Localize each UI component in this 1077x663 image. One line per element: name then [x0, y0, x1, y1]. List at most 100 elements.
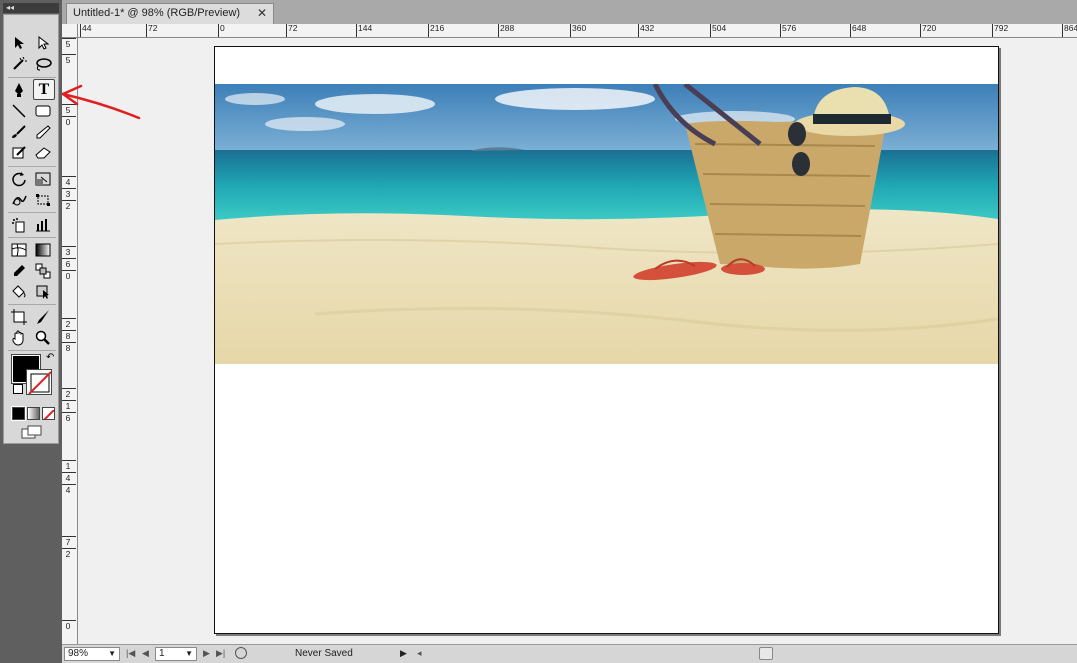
none-mode-button[interactable] — [42, 407, 55, 420]
artboard-tool-icon[interactable] — [8, 307, 30, 327]
chevron-down-icon: ▼ — [185, 649, 193, 658]
tools-panel-header[interactable]: ◂◂ — [3, 3, 59, 13]
beach-image[interactable] — [215, 84, 998, 364]
screen-mode-icon[interactable] — [21, 425, 43, 444]
artboard[interactable] — [214, 46, 999, 634]
ruler-tick-label: 2 — [62, 318, 76, 329]
ruler-tick-label: 72 — [146, 24, 158, 37]
live-paint-bucket-tool-icon[interactable] — [8, 282, 30, 302]
previous-artboard-icon[interactable]: ◀ — [142, 648, 149, 659]
collapse-icon[interactable]: ◂◂ — [6, 3, 14, 12]
ruler-tick-label: 4 — [62, 484, 76, 495]
swap-colors-icon[interactable]: ↶ — [46, 352, 54, 363]
close-icon[interactable]: ✕ — [257, 4, 267, 23]
warp-tool-icon[interactable] — [8, 190, 30, 210]
annotation-arrow — [61, 84, 141, 120]
ruler-tick-label: 0 — [62, 620, 76, 631]
history-icon[interactable] — [235, 647, 247, 659]
ruler-tick-label: 360 — [570, 24, 587, 37]
ruler-tick-label: 72 — [286, 24, 298, 37]
status-menu-arrow-icon[interactable]: ▶ — [400, 648, 407, 659]
horizontal-scrollbar-thumb[interactable] — [759, 647, 773, 660]
ruler-tick-label: 864 — [1062, 24, 1077, 37]
line-segment-tool-icon[interactable] — [8, 101, 30, 121]
ruler-tick-label: 0 — [218, 24, 225, 37]
blob-brush-tool-icon[interactable] — [8, 143, 30, 163]
save-state-label: Never Saved — [295, 648, 353, 659]
tools-panel: ◂◂ T ↶ — [0, 0, 62, 663]
selection-tool-icon[interactable] — [8, 33, 30, 53]
gradient-mode-button[interactable] — [27, 407, 40, 420]
ruler-origin[interactable] — [62, 24, 78, 38]
ruler-tick-label: 6 — [62, 412, 76, 423]
zoom-level-select[interactable]: 98% ▼ — [64, 647, 120, 661]
ruler-tick-label: 792 — [992, 24, 1009, 37]
scroll-left-icon[interactable]: ◂ — [417, 648, 422, 659]
ruler-tick-label: 1 — [62, 460, 76, 471]
slice-tool-icon[interactable] — [32, 307, 54, 327]
ruler-tick-label: 720 — [920, 24, 937, 37]
separator — [8, 166, 56, 167]
ruler-tick-label: 44 — [80, 24, 92, 37]
ruler-tick-label: 144 — [356, 24, 373, 37]
ruler-tick-label: 6 — [62, 258, 76, 269]
artboard-number-select[interactable]: 1 ▼ — [155, 647, 197, 661]
column-graph-tool-icon[interactable] — [32, 215, 54, 235]
free-transform-tool-icon[interactable] — [32, 190, 54, 210]
magic-wand-tool-icon[interactable] — [8, 54, 30, 74]
gradient-tool-icon[interactable] — [32, 240, 54, 260]
last-artboard-icon[interactable]: ▶| — [216, 648, 225, 659]
type-tool-button[interactable]: T — [33, 79, 55, 100]
ruler-tick-label: 288 — [498, 24, 515, 37]
eyedropper-tool-icon[interactable] — [8, 261, 30, 281]
artboard-number-value: 1 — [159, 648, 165, 659]
ruler-tick-label: 648 — [850, 24, 867, 37]
ruler-tick-label: 4 — [62, 472, 76, 483]
ruler-tick-label: 8 — [62, 342, 76, 353]
ruler-tick-label: 432 — [638, 24, 655, 37]
ruler-tick-label: 4 — [62, 176, 76, 187]
live-paint-selection-tool-icon[interactable] — [32, 282, 54, 302]
rectangle-tool-icon[interactable] — [32, 101, 54, 121]
ruler-tick-label: 7 — [62, 536, 76, 547]
lasso-tool-icon[interactable] — [32, 54, 54, 74]
next-artboard-icon[interactable]: ▶ — [203, 648, 210, 659]
first-artboard-icon[interactable]: |◀ — [126, 648, 135, 659]
zoom-level-value: 98% — [68, 648, 89, 659]
type-tool-icon: T — [38, 80, 50, 98]
separator — [8, 350, 56, 351]
ruler-tick-label: 0 — [62, 270, 76, 281]
pencil-tool-icon[interactable] — [32, 122, 54, 142]
zoom-tool-icon[interactable] — [32, 328, 54, 348]
paintbrush-tool-icon[interactable] — [8, 122, 30, 142]
document-tab[interactable]: Untitled-1* @ 98% (RGB/Preview) ✕ — [66, 3, 274, 24]
separator — [8, 304, 56, 305]
rotate-tool-icon[interactable] — [8, 169, 30, 189]
separator — [8, 77, 56, 78]
symbol-sprayer-tool-icon[interactable] — [8, 215, 30, 235]
hand-tool-icon[interactable] — [8, 328, 30, 348]
document-tab-title: Untitled-1* @ 98% (RGB/Preview) — [73, 7, 241, 19]
stroke-swatch[interactable] — [26, 369, 52, 395]
color-mode-button[interactable] — [11, 406, 26, 421]
default-colors-icon[interactable] — [13, 384, 23, 394]
ruler-tick-label: 504 — [710, 24, 727, 37]
scale-tool-icon[interactable] — [32, 169, 54, 189]
chevron-down-icon: ▼ — [108, 649, 116, 658]
canvas-area[interactable] — [78, 38, 1077, 644]
direct-selection-tool-icon[interactable] — [32, 33, 54, 53]
blend-tool-icon[interactable] — [32, 261, 54, 281]
ruler-tick-label: 1 — [62, 400, 76, 411]
eraser-tool-icon[interactable] — [32, 143, 54, 163]
status-bar: 98% ▼ |◀ ◀ 1 ▼ ▶ ▶| Never Saved ▶ ◂ — [62, 644, 1077, 663]
pen-tool-icon[interactable] — [8, 80, 30, 100]
ruler-tick-label: 216 — [428, 24, 445, 37]
mesh-tool-icon[interactable] — [8, 240, 30, 260]
document-tab-bar: Untitled-1* @ 98% (RGB/Preview) ✕ — [62, 0, 1077, 24]
ruler-tick-label: 3 — [62, 188, 76, 199]
horizontal-ruler[interactable]: 44 72 0 72 144 216 288 360 432 504 576 648 720 792 864 — [78, 24, 1077, 38]
ruler-tick-label: 5 — [62, 54, 76, 65]
ruler-tick-label: 2 — [62, 388, 76, 399]
ruler-tick-label: 2 — [62, 548, 76, 559]
ruler-tick-label: 576 — [780, 24, 797, 37]
